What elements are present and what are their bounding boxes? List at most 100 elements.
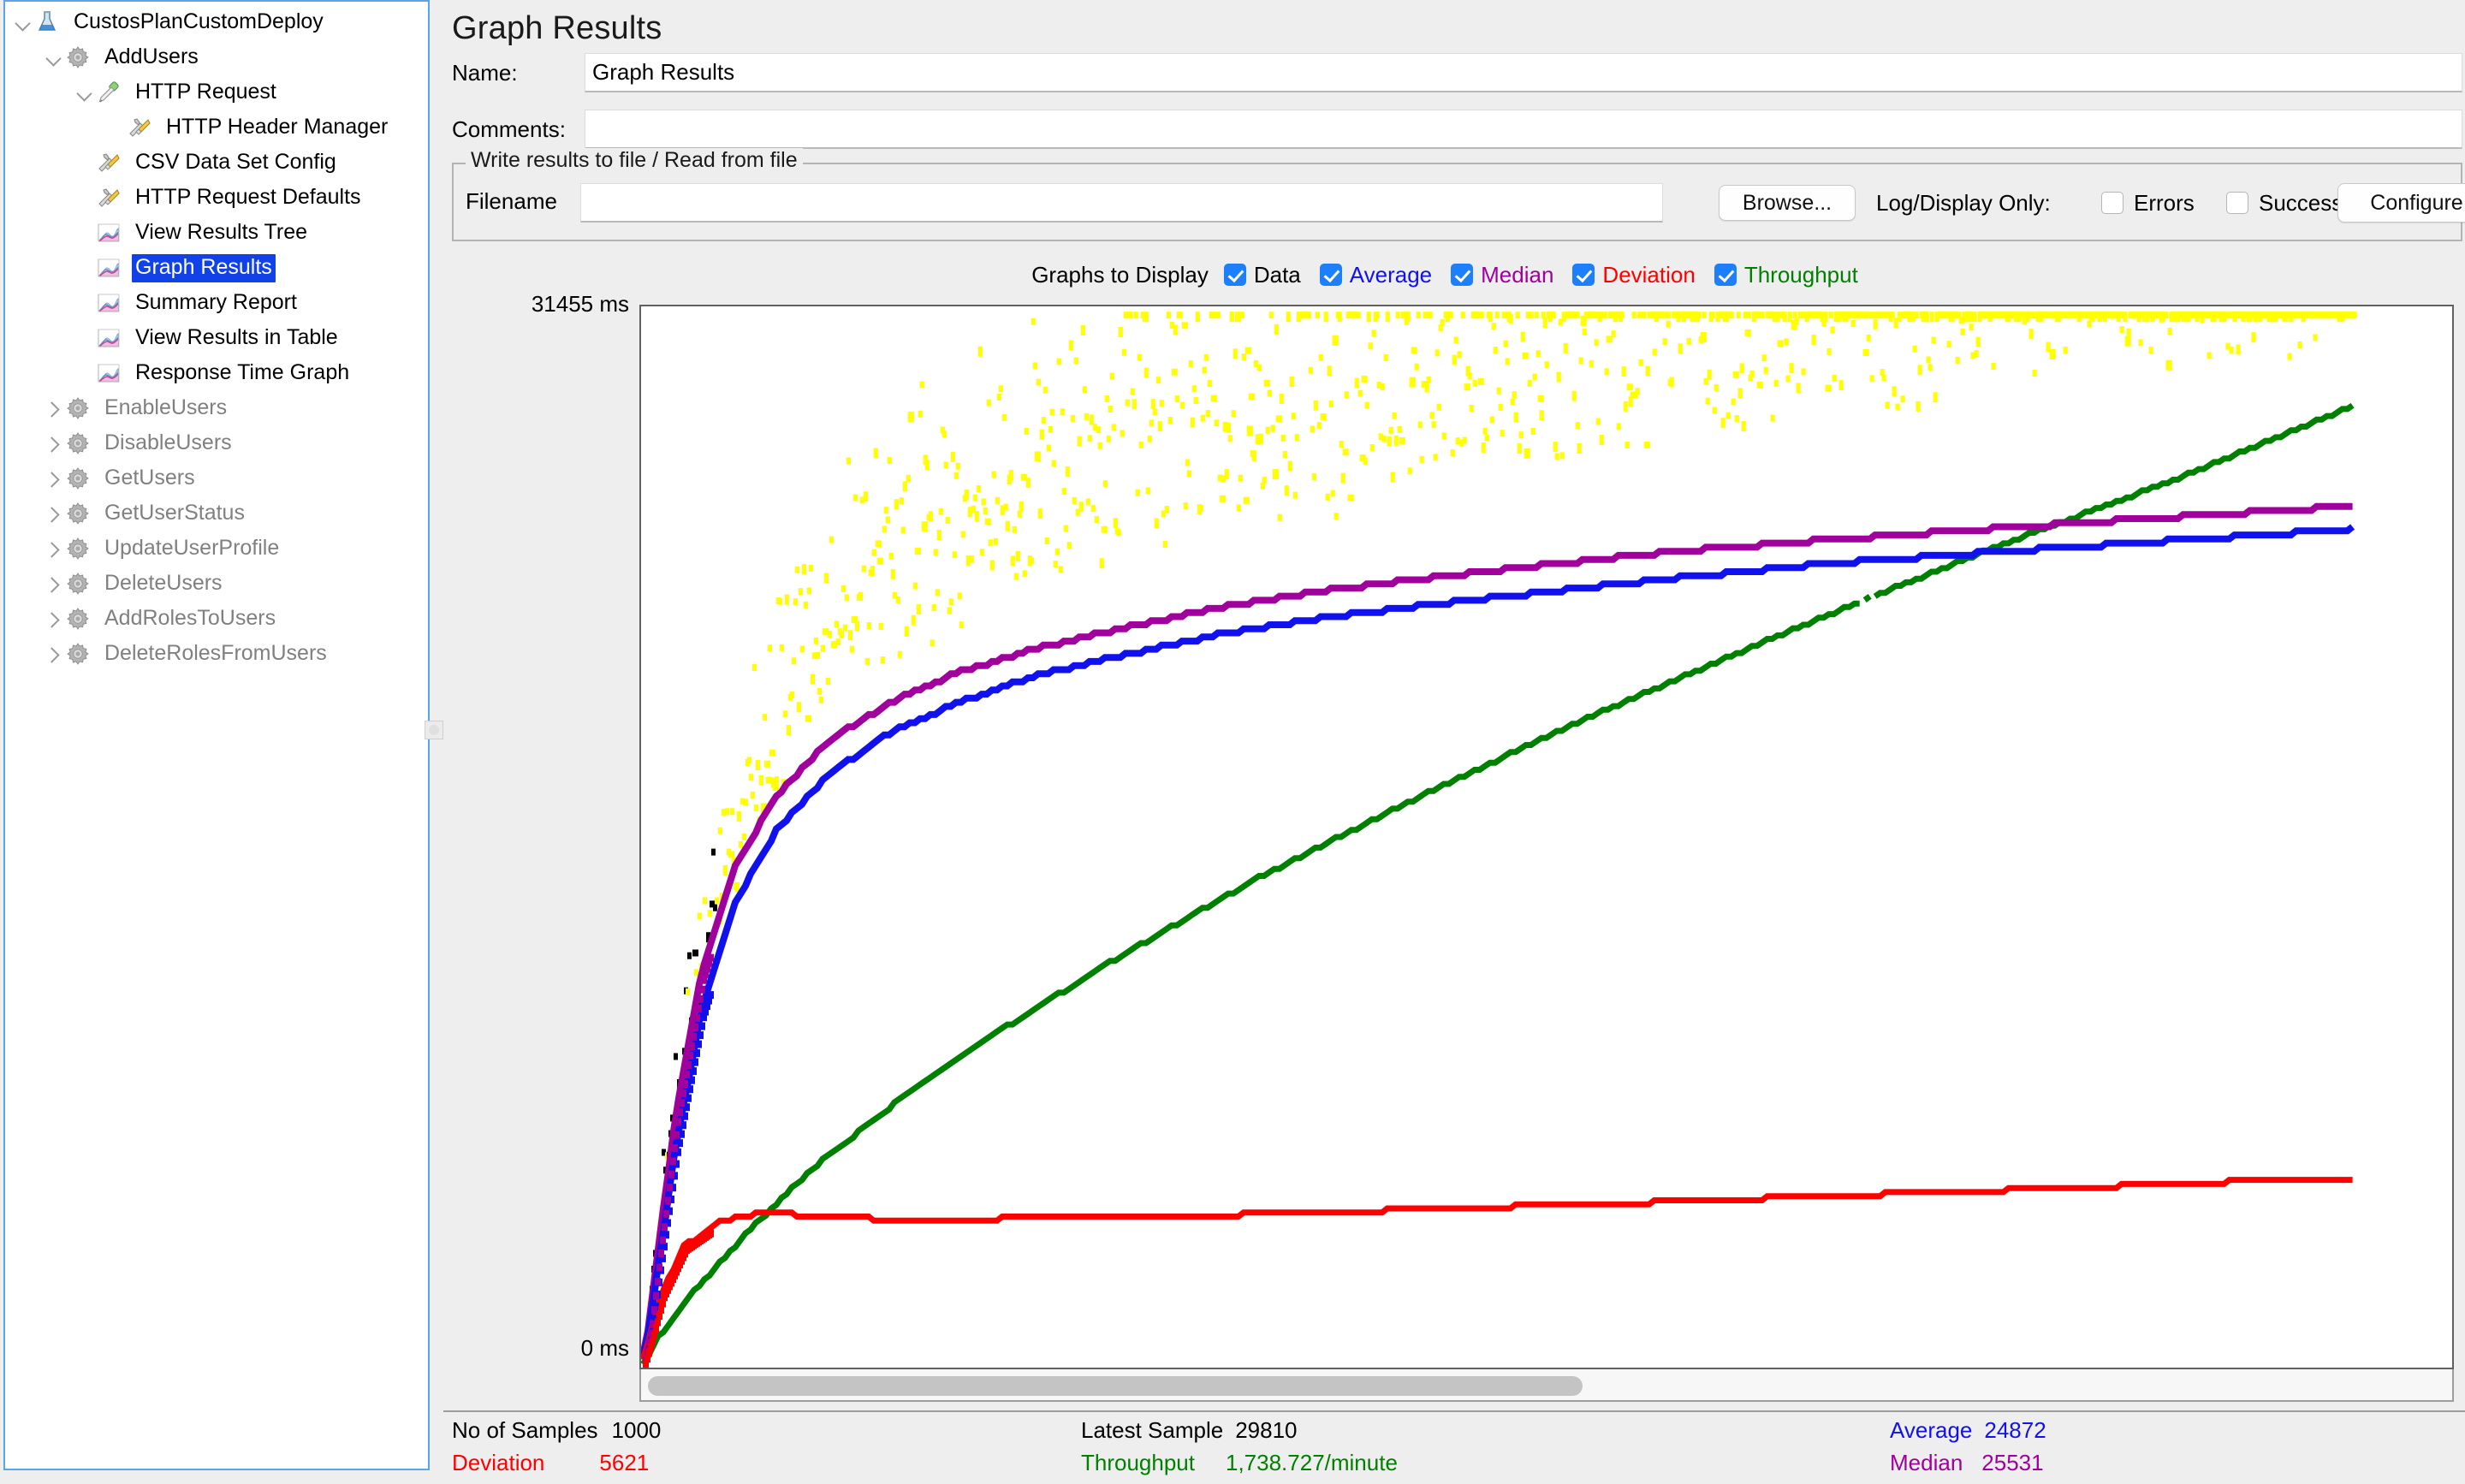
name-label: Name: <box>452 60 585 86</box>
graphs-to-display-label: Graphs to Display <box>1031 262 1209 288</box>
listener-icon <box>96 325 125 353</box>
tree-item-view-results-tree[interactable]: View Results Tree <box>5 216 428 251</box>
no-of-samples-value: 1000 <box>612 1417 662 1444</box>
chevron-right-icon[interactable] <box>43 398 65 420</box>
tree-spacer <box>74 152 96 175</box>
graph-option-data[interactable]: Data <box>1224 262 1301 288</box>
gear-icon <box>65 45 94 72</box>
tree-item-deleteusers[interactable]: DeleteUsers <box>5 567 428 602</box>
filename-input[interactable] <box>580 183 1663 223</box>
gear-icon <box>65 501 94 528</box>
tree-item-getusers[interactable]: GetUsers <box>5 461 428 496</box>
tree-item-deleterolesfromusers[interactable]: DeleteRolesFromUsers <box>5 637 428 672</box>
tree-spacer <box>74 258 96 280</box>
tree-item-summary-report[interactable]: Summary Report <box>5 286 428 321</box>
deviation-stat: Deviation5621 <box>452 1450 649 1476</box>
chevron-right-icon[interactable] <box>43 573 65 596</box>
graphs-to-display-row: Graphs to Display Data Average Median Devia… <box>443 257 2465 293</box>
configure-button[interactable]: Configure <box>2337 183 2465 223</box>
gear-icon <box>65 641 94 668</box>
graph-average-checkbox[interactable] <box>1320 264 1342 286</box>
page-title: Graph Results <box>452 10 662 47</box>
split-pane-divider-handle[interactable] <box>425 721 443 739</box>
graph-throughput-checkbox[interactable] <box>1714 264 1737 286</box>
tree-item-addusers[interactable]: AddUsers <box>5 40 428 75</box>
tree-item-http-request[interactable]: HTTP Request <box>5 75 428 110</box>
name-row: Name: <box>452 53 2462 92</box>
throughput-label: Throughput <box>1081 1450 1195 1476</box>
tree-item-label: UpdateUserProfile <box>101 535 282 563</box>
filename-label: Filename <box>466 188 557 215</box>
graph-data-checkbox[interactable] <box>1224 264 1246 286</box>
chart-scrollbar-thumb[interactable] <box>648 1376 1583 1396</box>
test-plan-tree-panel[interactable]: CustosPlanCustomDeploy AddUsers HTTP Reque… <box>3 0 430 1470</box>
tree-item-label: GetUserStatus <box>101 500 248 528</box>
config-icon <box>96 185 125 212</box>
graph-option-throughput[interactable]: Throughput <box>1714 262 1858 288</box>
tree-item-label: Response Time Graph <box>132 359 353 388</box>
graph-average-label: Average <box>1350 262 1432 288</box>
tree-item-disableusers[interactable]: DisableUsers <box>5 426 428 461</box>
tree-item-label: CSV Data Set Config <box>132 149 340 177</box>
average-stat: Average24872 <box>1890 1417 2046 1444</box>
tree-item-label: DeleteUsers <box>101 570 226 598</box>
no-of-samples-label: No of Samples <box>452 1417 598 1444</box>
median-label: Median <box>1890 1450 1963 1476</box>
tree-item-getuserstatus[interactable]: GetUserStatus <box>5 496 428 531</box>
tree-spacer <box>74 223 96 245</box>
median-value: 25531 <box>1981 1450 2043 1476</box>
errors-checkbox[interactable] <box>2101 192 2123 214</box>
chevron-right-icon[interactable] <box>43 503 65 525</box>
comments-input[interactable] <box>585 110 2462 149</box>
gear-icon <box>65 536 94 563</box>
browse-button[interactable]: Browse... <box>1719 185 1856 221</box>
chevron-right-icon[interactable] <box>43 608 65 631</box>
tree-item-custosplancustomdeploy[interactable]: CustosPlanCustomDeploy <box>5 5 428 40</box>
chevron-down-icon[interactable] <box>12 12 34 34</box>
graph-option-median[interactable]: Median <box>1451 262 1553 288</box>
config-icon <box>96 150 125 177</box>
graph-results-panel: Graph Results Name: Comments: Write resu… <box>443 0 2465 1484</box>
tree-item-response-time-graph[interactable]: Response Time Graph <box>5 356 428 391</box>
tree-item-csv-data-set-config[interactable]: CSV Data Set Config <box>5 145 428 181</box>
chevron-right-icon[interactable] <box>43 538 65 561</box>
no-of-samples-stat: No of Samples 1000 <box>452 1417 661 1444</box>
chevron-down-icon[interactable] <box>74 82 96 104</box>
tree-item-label: EnableUsers <box>101 395 230 423</box>
latest-sample-label: Latest Sample <box>1081 1417 1223 1444</box>
tree-item-label: AddUsers <box>101 44 202 72</box>
tree-item-label: GetUsers <box>101 465 199 493</box>
tree-item-updateuserprofile[interactable]: UpdateUserProfile <box>5 531 428 567</box>
graph-deviation-checkbox[interactable] <box>1572 264 1595 286</box>
chevron-right-icon[interactable] <box>43 644 65 666</box>
chevron-right-icon[interactable] <box>43 433 65 455</box>
tree-spacer <box>74 328 96 350</box>
tree-spacer <box>104 117 127 139</box>
tree-item-http-request-defaults[interactable]: HTTP Request Defaults <box>5 181 428 216</box>
errors-label[interactable]: Errors <box>2134 190 2195 217</box>
tree-item-label: Summary Report <box>132 289 300 318</box>
graph-deviation-label: Deviation <box>1602 262 1695 288</box>
gear-icon <box>65 606 94 633</box>
graph-throughput-label: Throughput <box>1744 262 1858 288</box>
listener-icon <box>96 220 125 247</box>
graph-option-average[interactable]: Average <box>1320 262 1432 288</box>
y-axis-min-label: 0 ms <box>454 1335 629 1362</box>
chevron-down-icon[interactable] <box>43 47 65 69</box>
graph-median-checkbox[interactable] <box>1451 264 1473 286</box>
chart-horizontal-scrollbar[interactable] <box>639 1369 2454 1402</box>
throughput-value: 1,738.727/minute <box>1226 1450 1398 1476</box>
successes-checkbox[interactable] <box>2226 192 2248 214</box>
tree-item-addrolestousers[interactable]: AddRolesToUsers <box>5 602 428 637</box>
name-input[interactable] <box>585 53 2462 92</box>
test-plan-tree[interactable]: CustosPlanCustomDeploy AddUsers HTTP Reque… <box>5 2 428 672</box>
tree-item-enableusers[interactable]: EnableUsers <box>5 391 428 426</box>
chevron-right-icon[interactable] <box>43 468 65 490</box>
graph-option-deviation[interactable]: Deviation <box>1572 262 1695 288</box>
tree-item-view-results-in-table[interactable]: View Results in Table <box>5 321 428 356</box>
tree-item-graph-results[interactable]: Graph Results <box>5 251 428 286</box>
tree-item-label: AddRolesToUsers <box>101 605 279 633</box>
tree-item-http-header-manager[interactable]: HTTP Header Manager <box>5 110 428 145</box>
tree-item-label: View Results Tree <box>132 219 311 247</box>
tree-item-label: HTTP Header Manager <box>163 114 391 142</box>
